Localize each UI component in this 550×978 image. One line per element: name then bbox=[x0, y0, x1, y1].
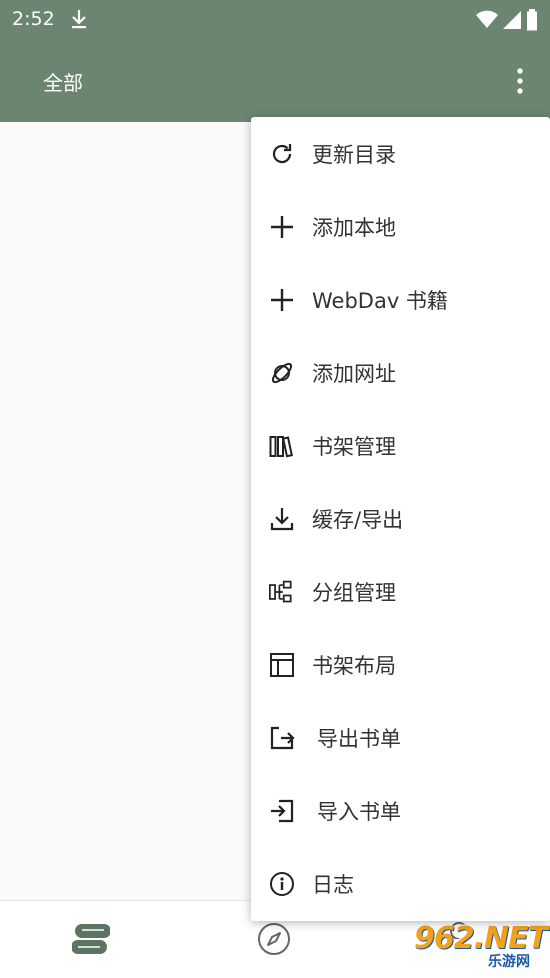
menu-item-import-booklist[interactable]: 导入书单 bbox=[251, 774, 550, 847]
download-icon bbox=[269, 506, 295, 532]
status-time: 2:52 bbox=[12, 8, 55, 30]
planet-icon bbox=[269, 360, 295, 386]
menu-item-bookshelf-layout[interactable]: 书架布局 bbox=[251, 628, 550, 701]
explore-icon[interactable] bbox=[256, 921, 292, 961]
menu-item-add-url[interactable]: 添加网址 bbox=[251, 336, 550, 409]
status-bar: 2:52 bbox=[0, 0, 550, 40]
menu-item-update-toc[interactable]: 更新目录 bbox=[251, 117, 550, 190]
overflow-menu: 更新目录 添加本地 WebDav 书籍 添加网址 书架管理 缓存/导出 分组管理… bbox=[251, 117, 550, 921]
watermark-logo: 962.NET 乐游网 bbox=[406, 921, 548, 975]
menu-item-cache-export[interactable]: 缓存/导出 bbox=[251, 482, 550, 555]
menu-item-label: 缓存/导出 bbox=[312, 507, 404, 532]
download-icon bbox=[70, 8, 88, 34]
menu-item-add-local[interactable]: 添加本地 bbox=[251, 190, 550, 263]
info-icon bbox=[269, 871, 295, 897]
wifi-icon bbox=[476, 10, 498, 34]
menu-item-label: 更新目录 bbox=[312, 142, 396, 167]
more-vert-icon[interactable] bbox=[510, 66, 530, 96]
menu-item-label: 导入书单 bbox=[317, 799, 401, 824]
menu-item-export-booklist[interactable]: 导出书单 bbox=[251, 701, 550, 774]
signal-icon bbox=[502, 10, 522, 34]
menu-item-bookshelf-manage[interactable]: 书架管理 bbox=[251, 409, 550, 482]
menu-item-webdav-books[interactable]: WebDav 书籍 bbox=[251, 263, 550, 336]
books-icon bbox=[269, 433, 295, 459]
toolbar-title[interactable]: 全部 bbox=[43, 67, 83, 96]
menu-item-label: 日志 bbox=[312, 872, 354, 897]
menu-item-label: 书架布局 bbox=[312, 653, 396, 678]
import-icon bbox=[269, 798, 295, 824]
add-icon bbox=[269, 214, 295, 240]
menu-item-label: 书架管理 bbox=[312, 434, 396, 459]
menu-item-label: 导出书单 bbox=[317, 726, 401, 751]
app-toolbar: 全部 bbox=[0, 40, 550, 122]
menu-item-label: 添加本地 bbox=[312, 215, 396, 240]
menu-item-label: WebDav 书籍 bbox=[312, 288, 448, 313]
refresh-icon bbox=[269, 141, 295, 167]
layout-icon bbox=[269, 652, 295, 678]
export-icon bbox=[269, 725, 295, 751]
menu-item-log[interactable]: 日志 bbox=[251, 847, 550, 920]
add-icon bbox=[269, 287, 295, 313]
battery-icon bbox=[526, 9, 538, 35]
group-icon bbox=[269, 579, 295, 605]
menu-item-label: 分组管理 bbox=[312, 580, 396, 605]
menu-item-group-manage[interactable]: 分组管理 bbox=[251, 555, 550, 628]
watermark-sub: 乐游网 bbox=[488, 954, 530, 970]
menu-item-label: 添加网址 bbox=[312, 361, 396, 386]
bookshelf-icon[interactable] bbox=[71, 921, 111, 961]
